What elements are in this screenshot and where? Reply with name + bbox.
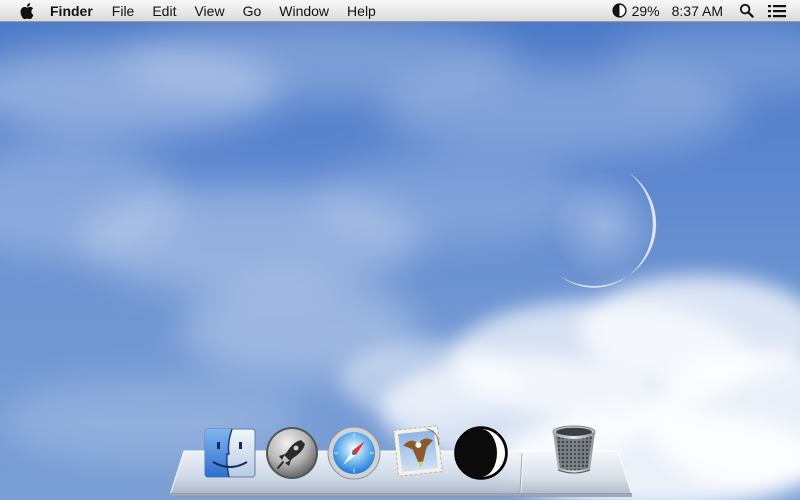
dock-finder[interactable]: [201, 424, 259, 482]
dock-mail[interactable]: [389, 422, 447, 480]
half-circle-battery-icon: [612, 3, 627, 18]
half-moon-icon: [454, 426, 508, 480]
magnifier-icon: [739, 3, 754, 18]
apple-logo-icon[interactable]: [18, 2, 36, 20]
dock-trash[interactable]: [545, 420, 603, 478]
menu-help[interactable]: Help: [338, 0, 385, 22]
trash-can-icon: [552, 425, 596, 474]
spotlight-button[interactable]: [739, 0, 754, 22]
menu-file[interactable]: File: [103, 0, 144, 22]
clock-time: 8:37 AM: [671, 2, 723, 19]
notification-list-icon: [768, 4, 786, 18]
menu-window[interactable]: Window: [270, 0, 338, 22]
menu-edit[interactable]: Edit: [143, 0, 185, 22]
stamp-eagle-icon: [393, 425, 443, 477]
notification-center-button[interactable]: [768, 0, 786, 22]
clock[interactable]: 8:37 AM: [672, 0, 723, 22]
menu-go[interactable]: Go: [234, 0, 271, 22]
dock-moon-phase-app[interactable]: [452, 424, 510, 482]
menu-app-name[interactable]: Finder: [50, 0, 103, 22]
desktop[interactable]: Finder File Edit View Go Window Help 29%…: [0, 0, 800, 500]
dock-safari[interactable]: [325, 424, 383, 482]
finder-face-icon: [204, 428, 256, 478]
menu-bar: Finder File Edit View Go Window Help 29%…: [0, 0, 800, 22]
menu-view[interactable]: View: [185, 0, 233, 22]
rocket-icon: [266, 427, 318, 479]
battery-status[interactable]: 29%: [612, 0, 660, 22]
battery-percent: 29%: [631, 2, 660, 19]
status-area: 29% 8:37 AM: [602, 0, 800, 22]
compass-icon: [327, 426, 381, 480]
dock-launchpad[interactable]: [263, 424, 321, 482]
